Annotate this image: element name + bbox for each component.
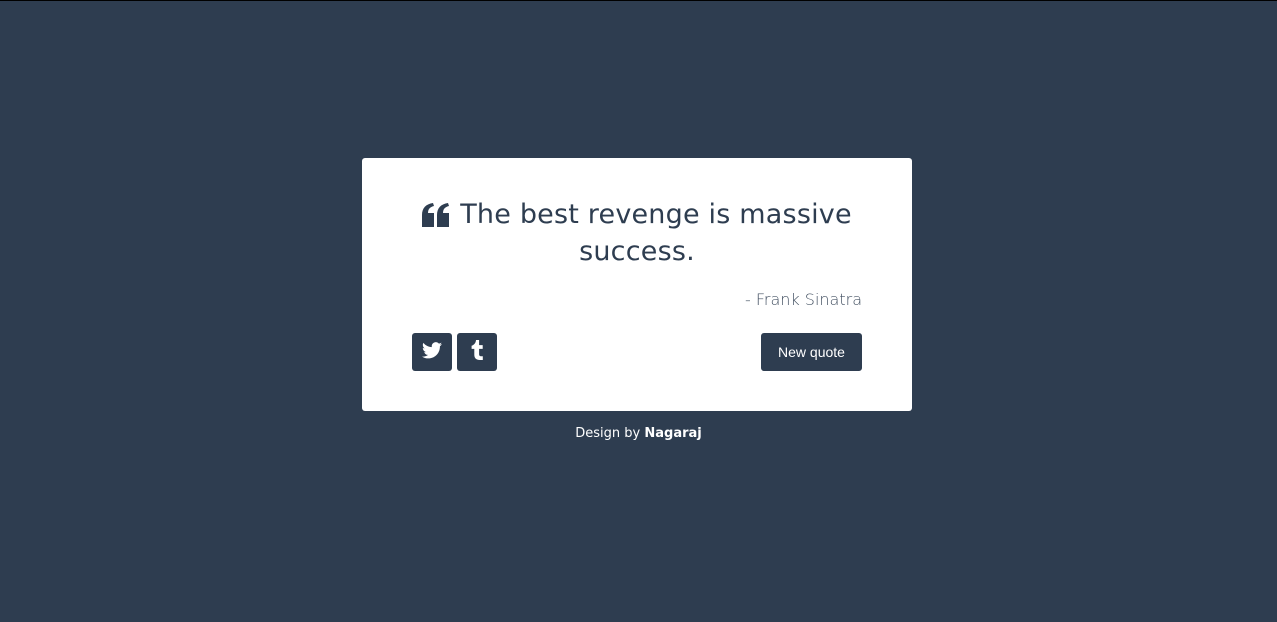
quote-card: The best revenge is massive success. - F… — [362, 158, 912, 411]
footer-author-link[interactable]: Nagaraj — [644, 426, 701, 441]
actions-row: New quote — [412, 333, 862, 371]
new-quote-button[interactable]: New quote — [761, 333, 862, 371]
quote-text: The best revenge is massive success. — [460, 199, 852, 267]
tweet-button[interactable] — [412, 333, 452, 371]
footer: Design by Nagaraj — [0, 426, 1277, 441]
quote-left-icon — [422, 202, 450, 235]
twitter-icon — [422, 341, 442, 363]
quote-author: - Frank Sinatra — [745, 290, 862, 309]
quote-text-block: The best revenge is massive success. — [412, 198, 862, 268]
footer-prefix: Design by — [575, 426, 641, 441]
tumblr-button[interactable] — [457, 333, 497, 371]
tumblr-icon — [471, 340, 483, 364]
